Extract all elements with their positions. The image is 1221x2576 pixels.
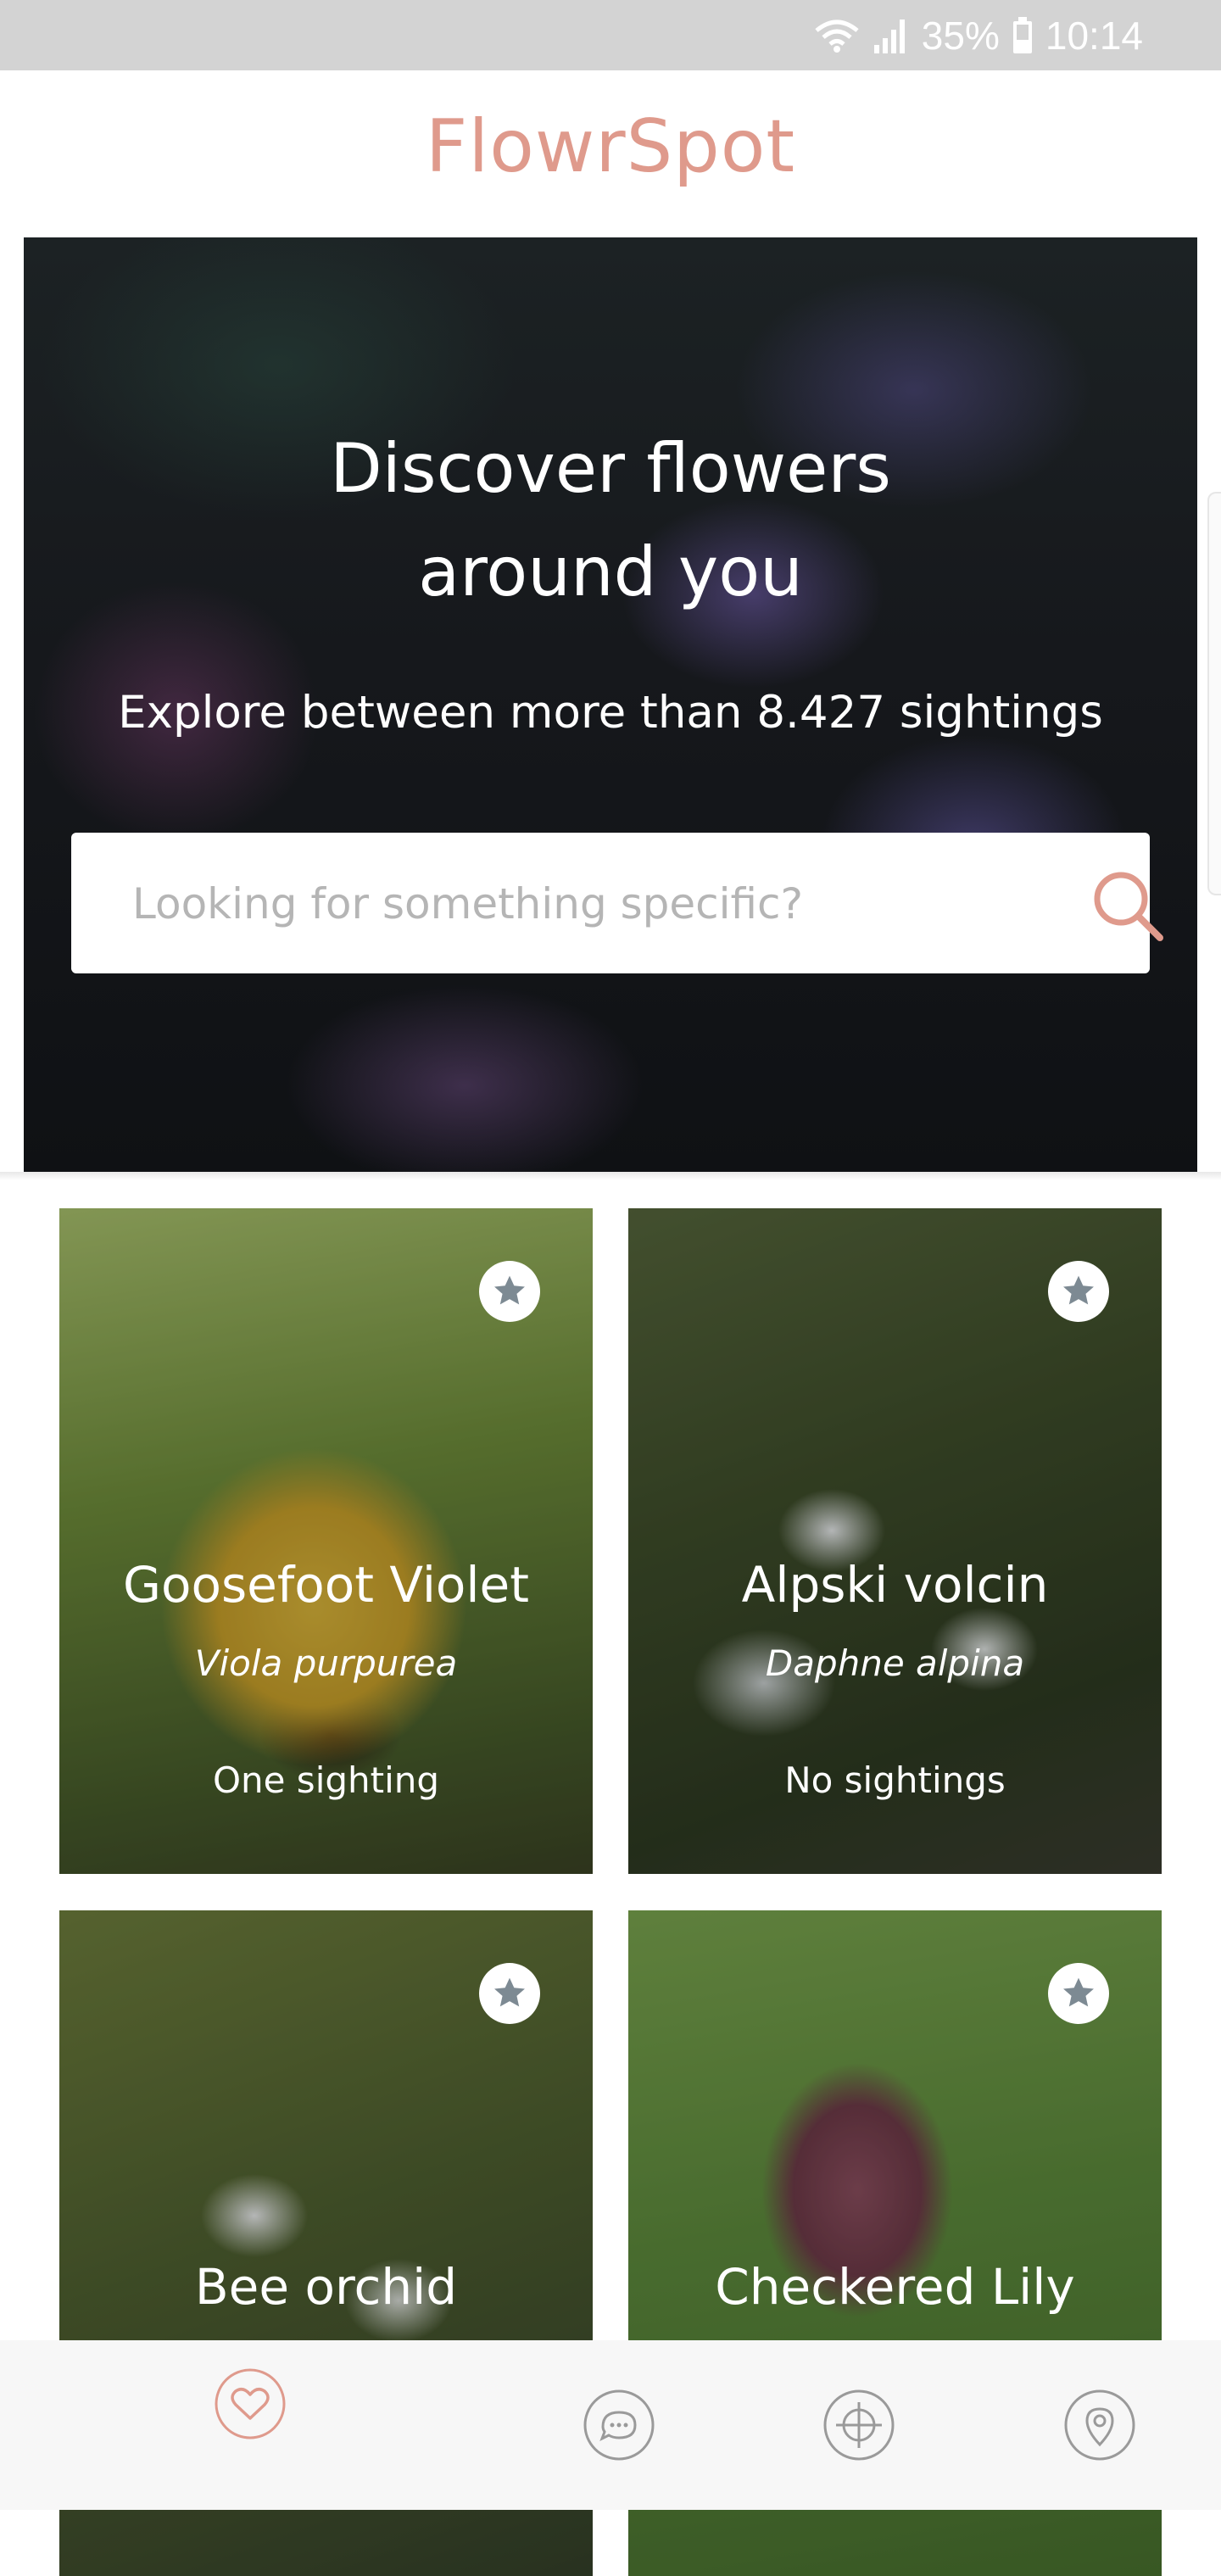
favorite-button[interactable] bbox=[479, 1963, 540, 2024]
search-box bbox=[71, 833, 1163, 975]
wifi-icon bbox=[813, 19, 861, 53]
favorite-button[interactable] bbox=[479, 1261, 540, 1322]
flower-name: Bee orchid bbox=[194, 2258, 458, 2316]
status-indicators: 35% 10:14 bbox=[813, 0, 1143, 70]
bottom-navigation bbox=[0, 2340, 1221, 2510]
hero-heading-line-2: around you bbox=[418, 532, 803, 611]
hero-heading: Discover flowers around you bbox=[24, 417, 1197, 624]
search-icon[interactable] bbox=[1089, 867, 1165, 943]
status-bar: 35% 10:14 bbox=[0, 0, 1221, 70]
battery-icon bbox=[1012, 16, 1034, 54]
flower-name: Alpski volcin bbox=[741, 1556, 1049, 1614]
star-icon bbox=[494, 1977, 525, 2007]
crosshair-icon bbox=[823, 2389, 895, 2461]
flower-name: Checkered Lily bbox=[715, 2258, 1075, 2316]
flower-card[interactable]: Goosefoot Violet Viola purpurea One sigh… bbox=[59, 1208, 593, 1874]
favorite-button[interactable] bbox=[1048, 1963, 1109, 2024]
hero-heading-line-1: Discover flowers bbox=[330, 429, 891, 508]
flower-name: Goosefoot Violet bbox=[123, 1556, 529, 1614]
search-input[interactable] bbox=[131, 833, 1033, 975]
signal-icon bbox=[873, 18, 910, 53]
hero-subtitle: Explore between more than 8.427 sighting… bbox=[118, 687, 1103, 739]
nav-comments-button[interactable] bbox=[581, 2387, 657, 2463]
hero-divider bbox=[0, 1172, 1221, 1180]
flower-card[interactable]: Alpski volcin Daphne alpina No sightings bbox=[628, 1208, 1162, 1874]
battery-percent: 35% bbox=[921, 13, 1000, 58]
star-icon bbox=[494, 1275, 525, 1305]
hero-banner: Discover flowers around you Explore betw… bbox=[24, 237, 1197, 1172]
flower-sightings: No sightings bbox=[784, 1759, 1006, 1801]
chat-bubble-icon bbox=[583, 2389, 655, 2461]
favorite-button[interactable] bbox=[1048, 1261, 1109, 1322]
app-title: FlowrSpot bbox=[425, 104, 796, 189]
flower-sightings: One sighting bbox=[212, 1759, 440, 1801]
app-header: FlowrSpot bbox=[0, 70, 1221, 237]
star-icon bbox=[1063, 1275, 1094, 1305]
side-drawer-handle[interactable] bbox=[1207, 492, 1221, 895]
map-pin-icon bbox=[1064, 2389, 1135, 2461]
flower-latin-name: Daphne alpina bbox=[765, 1642, 1025, 1684]
nav-locations-button[interactable] bbox=[1062, 2387, 1138, 2463]
clock-time: 10:14 bbox=[1045, 13, 1143, 58]
star-icon bbox=[1063, 1977, 1094, 2007]
nav-sightings-button[interactable] bbox=[821, 2387, 897, 2463]
heart-icon bbox=[215, 2368, 286, 2439]
flower-latin-name: Viola purpurea bbox=[194, 1642, 458, 1684]
nav-favorites-button[interactable] bbox=[212, 2366, 288, 2442]
